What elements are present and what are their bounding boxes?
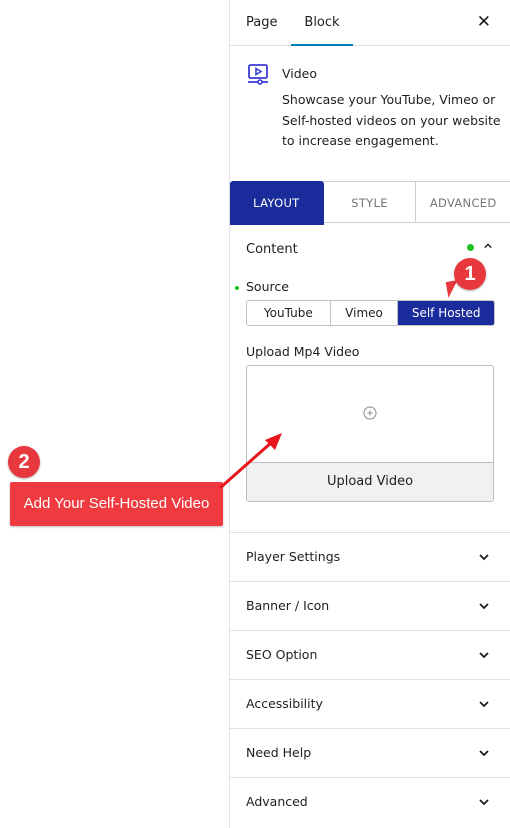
video-icon — [248, 64, 268, 85]
section-label: Advanced — [246, 794, 308, 809]
close-icon[interactable]: ✕ — [477, 12, 491, 32]
chevron-down-icon — [479, 554, 489, 561]
source-self-hosted-button[interactable]: Self Hosted — [398, 301, 494, 325]
step-1-badge: 1 — [454, 258, 486, 290]
source-youtube-button[interactable]: YouTube — [247, 301, 331, 325]
section-label: Need Help — [246, 745, 312, 760]
source-selector: YouTube Vimeo Self Hosted — [246, 300, 495, 326]
chevron-up-icon[interactable] — [484, 242, 492, 250]
section-banner-icon[interactable]: Banner / Icon — [230, 582, 510, 630]
section-label: SEO Option — [246, 647, 318, 662]
section-player-settings[interactable]: Player Settings — [230, 533, 510, 581]
tab-layout[interactable]: LAYOUT — [230, 181, 324, 225]
chevron-down-icon — [479, 799, 489, 806]
section-advanced[interactable]: Advanced — [230, 778, 510, 826]
block-settings-sidebar: Page Block ✕ Video Showcase your YouTube… — [229, 0, 510, 828]
section-need-help[interactable]: Need Help — [230, 729, 510, 777]
upload-dropzone: Upload Video — [246, 365, 494, 502]
source-status-dot — [235, 286, 239, 290]
section-label: Accessibility — [246, 696, 323, 711]
panel-tabs: LAYOUT STYLE ADVANCED — [230, 181, 510, 225]
tab-page[interactable]: Page — [246, 0, 277, 45]
source-label: Source — [246, 279, 289, 294]
upload-video-button[interactable]: Upload Video — [247, 462, 493, 501]
tab-advanced[interactable]: ADVANCED — [416, 181, 510, 223]
block-title: Video — [282, 66, 318, 81]
chevron-down-icon — [479, 701, 489, 708]
upload-label: Upload Mp4 Video — [246, 344, 360, 359]
content-section-header[interactable]: Content — [246, 238, 496, 258]
block-description: Showcase your YouTube, Vimeo or Self-hos… — [282, 92, 501, 148]
content-section-title: Content — [246, 242, 298, 257]
plus-circle-icon — [363, 406, 377, 420]
upload-area[interactable] — [247, 366, 493, 462]
status-dot — [467, 244, 474, 251]
section-seo-option[interactable]: SEO Option — [230, 631, 510, 679]
chevron-down-icon — [479, 652, 489, 659]
tab-block[interactable]: Block — [291, 0, 353, 46]
section-accessibility[interactable]: Accessibility — [230, 680, 510, 728]
sidebar-tabs: Page Block ✕ — [230, 0, 510, 46]
section-label: Player Settings — [246, 549, 341, 564]
callout-label: Add Your Self-Hosted Video — [10, 482, 223, 526]
step-2-badge: 2 — [8, 446, 40, 478]
chevron-down-icon — [479, 603, 489, 610]
tab-style[interactable]: STYLE — [323, 181, 417, 223]
source-vimeo-button[interactable]: Vimeo — [330, 301, 399, 325]
section-label: Banner / Icon — [246, 598, 330, 613]
chevron-down-icon — [479, 750, 489, 757]
